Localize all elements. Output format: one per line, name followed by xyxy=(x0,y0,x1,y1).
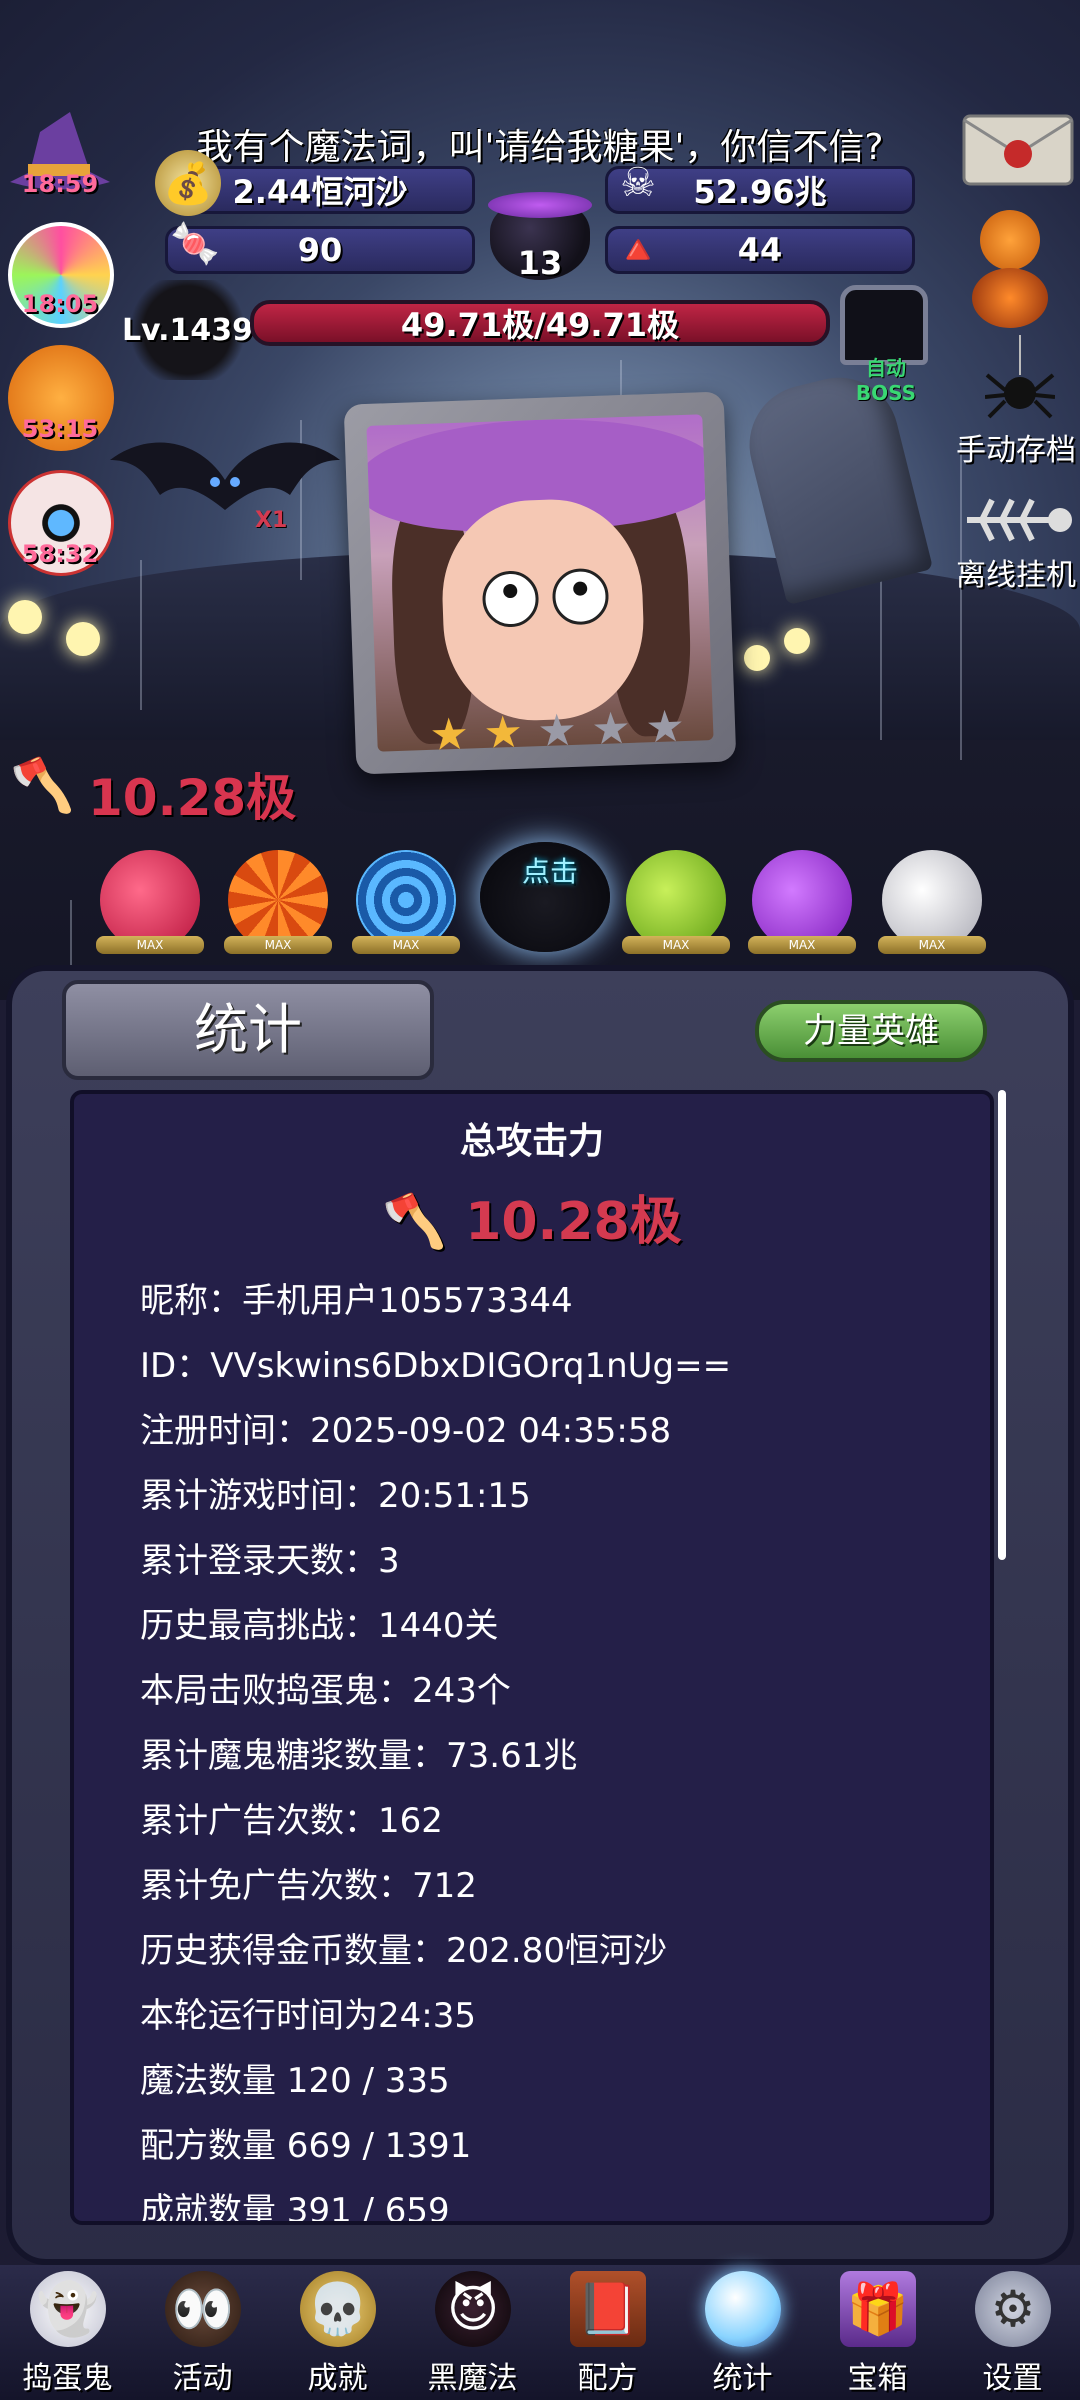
eyeballs-icon: 👀 xyxy=(165,2271,241,2347)
offline-idle-button[interactable]: 离线挂机 xyxy=(956,550,1076,594)
witch-portrait-frame[interactable]: ★ ★ ★ ★ ★ xyxy=(343,391,737,775)
nav-item-achievements[interactable]: 💀 成就 xyxy=(270,2265,405,2400)
star-empty-icon: ★ xyxy=(644,701,686,752)
pumpkin-icon[interactable] xyxy=(980,210,1040,270)
total-attack-value: 🪓 10.28极 xyxy=(382,1192,682,1252)
hero-candy-swirl[interactable] xyxy=(228,850,328,950)
hero-max-badge: MAX xyxy=(878,936,986,954)
spider-icon[interactable] xyxy=(985,335,1055,425)
skull-potion-icon: ☠ xyxy=(620,160,656,206)
bat-icon xyxy=(110,442,340,510)
stats-list: 昵称：手机用户105573344 ID：VVskwins6DbxDIGOrq1n… xyxy=(140,1269,960,2225)
crystal-ball-icon xyxy=(705,2271,781,2347)
tab-stats[interactable]: 统计 xyxy=(62,980,434,1080)
hero-white-skull[interactable] xyxy=(882,850,982,950)
stat-recipe-count: 配方数量 669 / 1391 xyxy=(140,2126,472,2166)
stat-run-time: 本轮运行时间为24:35 xyxy=(140,1996,476,2036)
potion-cauldron-icon[interactable] xyxy=(972,268,1048,328)
hero-max-badge: MAX xyxy=(224,936,332,954)
stat-ads: 累计广告次数：162 xyxy=(140,1801,443,1841)
hero-red-ghost[interactable] xyxy=(100,850,200,950)
stat-login-days: 累计登录天数：3 xyxy=(140,1541,400,1581)
star-filled-icon: ★ xyxy=(482,706,524,752)
stat-magic-count: 魔法数量 120 / 335 xyxy=(140,2061,450,2101)
total-attack-title: 总攻击力 xyxy=(459,1121,604,1162)
nav-item-chests[interactable]: 🎁 宝箱 xyxy=(810,2265,945,2400)
skull-trophy-icon: 💀 xyxy=(300,2271,376,2347)
star-filled-icon: ★ xyxy=(428,708,470,752)
hero-max-badge: MAX xyxy=(352,936,460,954)
nav-item-events[interactable]: 👀 活动 xyxy=(135,2265,270,2400)
star-empty-icon: ★ xyxy=(590,702,632,752)
witch-portrait: ★ ★ ★ ★ ★ xyxy=(366,414,714,752)
hero-blue-swirl[interactable] xyxy=(356,850,456,950)
glowing-eye xyxy=(8,600,42,634)
attack-power-display: 10.28极 xyxy=(88,769,297,827)
mail-envelope-icon[interactable] xyxy=(960,110,1076,190)
hero-purple-skull[interactable] xyxy=(752,850,852,950)
hero-max-badge: MAX xyxy=(96,936,204,954)
nav-item-settings[interactable]: ⚙ 设置 xyxy=(945,2265,1080,2400)
timer-text: 58:32 xyxy=(21,540,99,568)
nav-item-recipes[interactable]: 📕 配方 xyxy=(540,2265,675,2400)
chest-icon: 🎁 xyxy=(840,2271,916,2347)
fish-bone-icon[interactable] xyxy=(962,490,1072,550)
auto-boss-label: 自动BOSS xyxy=(855,356,917,405)
nav-item-pranksters[interactable]: 👻 捣蛋鬼 xyxy=(0,2265,135,2400)
stat-register-time: 注册时间：2025-09-02 04:35:58 xyxy=(140,1411,672,1451)
candy-corn-icon: 🔺 xyxy=(613,226,663,273)
multiplier-text: X1 xyxy=(255,508,288,533)
cauldron-icon[interactable]: 13 xyxy=(480,170,600,282)
ghost-icon: 👻 xyxy=(30,2271,106,2347)
timer-text: 18:05 xyxy=(21,290,99,318)
skull-candy-icon: 🍬 xyxy=(170,220,220,267)
boss-hp-bar: 49.71极/49.71极 xyxy=(250,300,830,346)
tab-power-heroes[interactable]: 力量英雄 xyxy=(755,1000,987,1062)
star-empty-icon: ★ xyxy=(536,704,578,752)
stat-ad-free: 累计免广告次数：712 xyxy=(140,1866,477,1906)
timer-text: 18:59 xyxy=(21,170,99,198)
glowing-eye xyxy=(784,628,810,654)
npc-speech-text: 我有个魔法词，叫'请给我糖果'，你信不信? xyxy=(196,127,884,168)
stat-achievement-count: 成就数量 391 / 659 xyxy=(140,2191,450,2225)
book-icon: 📕 xyxy=(570,2271,646,2347)
stat-gold-earned: 历史获得金币数量：202.80恒河沙 xyxy=(140,1931,667,1971)
stats-scrollbar[interactable] xyxy=(998,1090,1006,1560)
tap-label[interactable]: 点击 xyxy=(490,850,610,890)
stat-play-time: 累计游戏时间：20:51:15 xyxy=(140,1476,531,1516)
stats-content[interactable]: 总攻击力 🪓 10.28极 昵称：手机用户105573344 ID：VVskwi… xyxy=(70,1090,994,2225)
hero-max-badge: MAX xyxy=(622,936,730,954)
glowing-eye xyxy=(66,622,100,656)
level-badge: Lv.1439 xyxy=(122,280,253,380)
stat-defeated: 本局击败捣蛋鬼：243个 xyxy=(140,1671,511,1711)
stat-highest-challenge: 历史最高挑战：1440关 xyxy=(140,1606,499,1646)
manual-save-button[interactable]: 手动存档 xyxy=(956,425,1076,469)
bottom-nav: 👻 捣蛋鬼 👀 活动 💀 成就 😈 黑魔法 📕 配方 统计 🎁 宝箱 ⚙ 设置 xyxy=(0,2265,1080,2400)
glowing-eye xyxy=(744,645,770,671)
axe-icon: 🪓 xyxy=(10,756,75,816)
nav-item-black-magic[interactable]: 😈 黑魔法 xyxy=(405,2265,540,2400)
stat-id: ID：VVskwins6DbxDIGOrq1nUg== xyxy=(140,1346,732,1386)
timer-text: 53:15 xyxy=(21,415,99,443)
stat-syrup: 累计魔鬼糖浆数量：73.61兆 xyxy=(140,1736,578,1776)
stat-nickname: 昵称：手机用户105573344 xyxy=(140,1281,573,1321)
demon-icon: 😈 xyxy=(435,2271,511,2347)
cauldron-count: 13 xyxy=(517,244,563,282)
axe-icon: 🪓 xyxy=(382,1192,466,1252)
hero-max-badge: MAX xyxy=(748,936,856,954)
gear-icon: ⚙ xyxy=(975,2271,1051,2347)
gold-bag-icon: 💰 xyxy=(155,150,221,216)
hero-green-spider[interactable] xyxy=(626,850,726,950)
nav-item-stats[interactable]: 统计 xyxy=(675,2265,810,2400)
